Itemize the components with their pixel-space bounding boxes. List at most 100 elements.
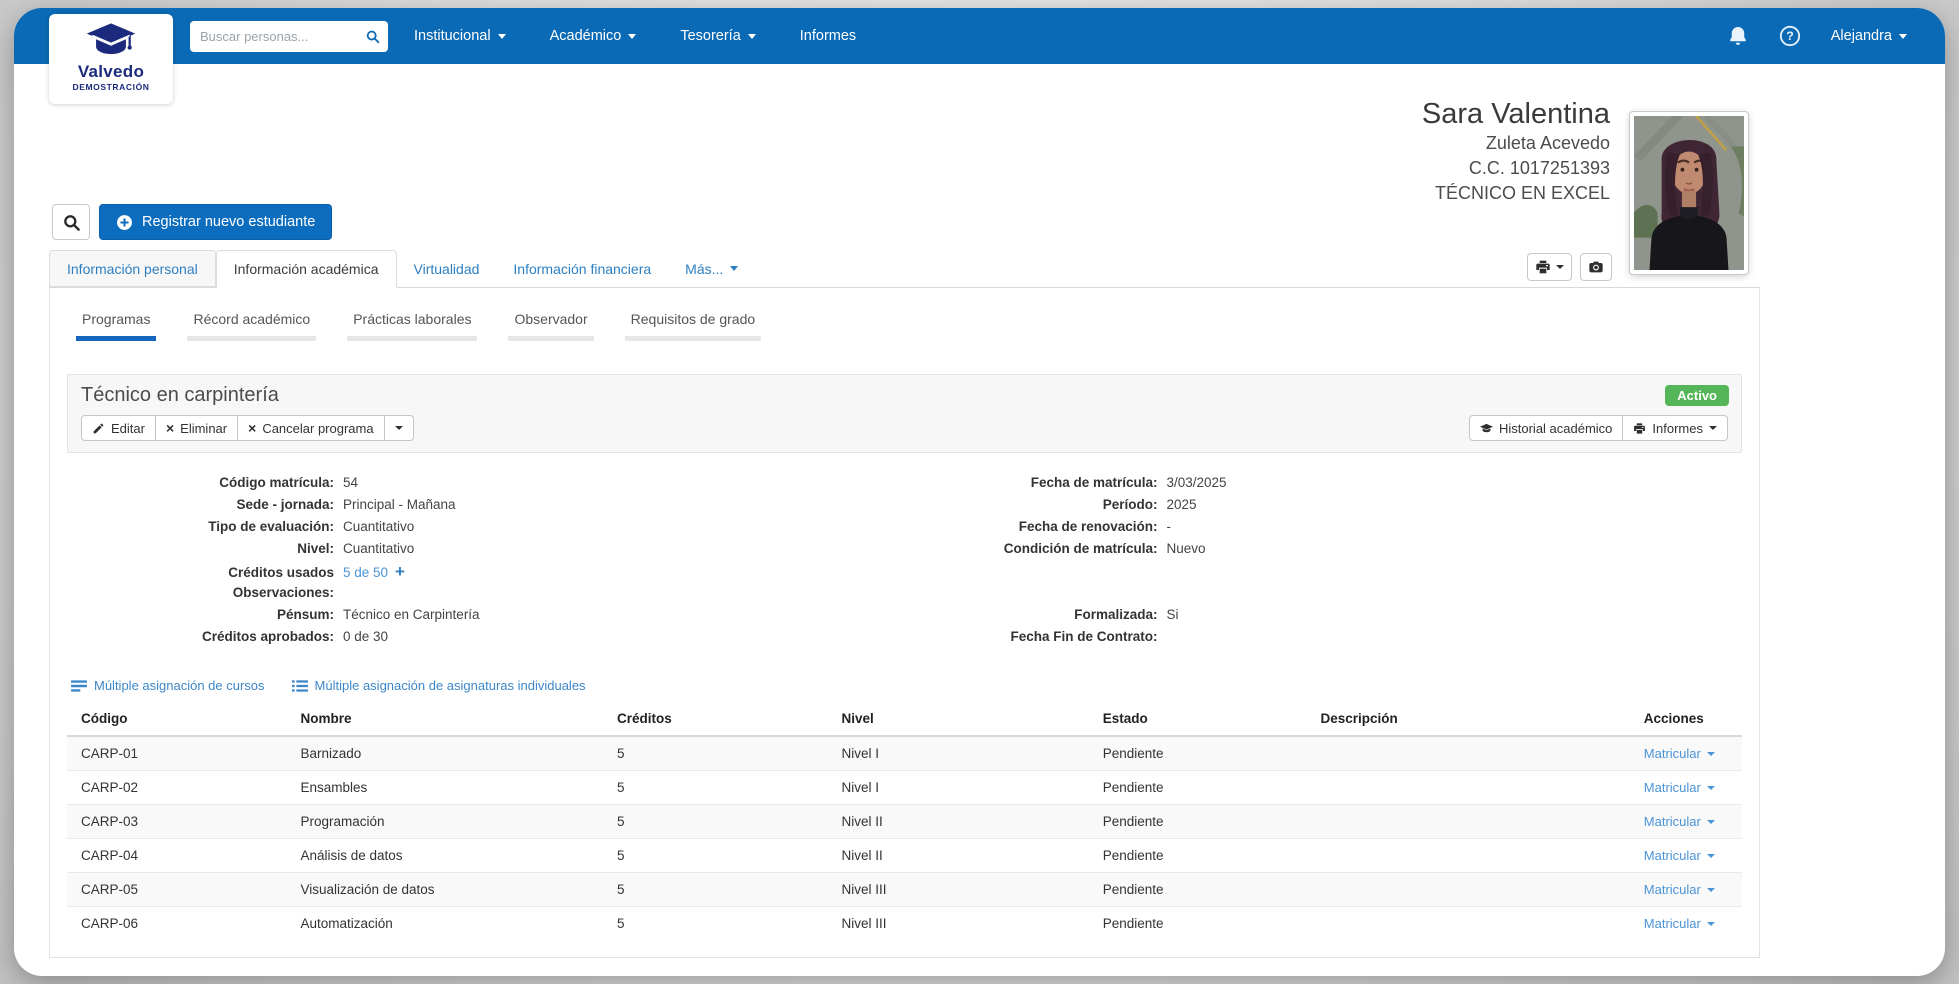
plus-icon[interactable]: + — [395, 562, 405, 581]
link-multiple-asignacion-de-asignaturas-individuales[interactable]: Múltiple asignación de asignaturas indiv… — [291, 678, 586, 693]
nav-item-informes[interactable]: Informes — [800, 28, 856, 44]
tab-mas[interactable]: Más... — [668, 250, 755, 287]
academic-subtabs: Programas Récord académico Prácticas labor… — [76, 311, 1742, 341]
matricular-action[interactable]: Matricular — [1644, 746, 1715, 761]
tab-informacion-personal[interactable]: Información personal — [49, 250, 216, 287]
nav-item-academico[interactable]: Académico — [550, 28, 637, 44]
search-icon[interactable] — [365, 28, 380, 45]
student-search-button[interactable] — [52, 204, 90, 240]
register-student-label: Registrar nuevo estudiante — [142, 214, 316, 230]
field-value: Principal - Mañana — [343, 497, 456, 512]
bulk-assignment-links: Múltiple asignación de cursos Múltiple as… — [71, 678, 1742, 693]
student-first-names: Sara Valentina — [1421, 98, 1610, 130]
bars-icon — [71, 679, 87, 693]
user-name: Alejandra — [1830, 28, 1892, 44]
course-row-carp-02: CARP-02 Ensambles 5 Nivel I Pendiente Ma… — [67, 770, 1742, 805]
field-fecha-de-matricula: Fecha de matrícula: 3/03/2025 — [905, 475, 1743, 497]
course-status: Pendiente — [1098, 872, 1317, 907]
notifications-bell-icon[interactable] — [1727, 25, 1749, 47]
student-document: C.C. 1017251393 — [1468, 158, 1610, 179]
svg-text:?: ? — [1786, 29, 1794, 43]
matricular-action[interactable]: Matricular — [1644, 848, 1715, 863]
matricular-action[interactable]: Matricular — [1644, 882, 1715, 897]
help-icon[interactable]: ? — [1779, 25, 1801, 47]
credits-used-link[interactable]: 5 de 50 — [343, 565, 388, 580]
course-code: CARP-05 — [67, 872, 297, 907]
nav-item-tesoreria[interactable]: Tesorería — [680, 28, 756, 44]
x-icon: × — [165, 420, 175, 436]
course-level: Nivel III — [837, 906, 1099, 940]
subtab-practicas-laborales[interactable]: Prácticas laborales — [347, 311, 478, 341]
column-header-estado: Estado — [1098, 703, 1317, 737]
edit-program-button[interactable]: Editar — [81, 415, 156, 441]
top-navbar: Valvedo DEMOSTRACIÓN Institucional Académ… — [14, 8, 1945, 104]
field-fecha-de-renovacion: Fecha de renovación: - — [905, 519, 1743, 541]
nav-item-institucional[interactable]: Institucional — [414, 28, 506, 44]
course-status: Pendiente — [1098, 770, 1317, 805]
matricular-action[interactable]: Matricular — [1644, 814, 1715, 829]
printer-icon — [1535, 259, 1551, 275]
cap-icon — [1479, 422, 1493, 435]
field-creditos-usados: Créditos usados 5 de 50 + — [67, 563, 905, 585]
course-code: CARP-04 — [67, 838, 297, 873]
field-label: Créditos usados — [228, 565, 334, 580]
course-name: Análisis de datos — [296, 838, 614, 873]
chevron-down-icon — [1706, 853, 1715, 858]
subtab-record-academico[interactable]: Récord académico — [187, 311, 317, 341]
field-value: Cuantitativo — [343, 519, 415, 534]
course-name: Ensambles — [296, 770, 614, 805]
course-status: Pendiente — [1098, 735, 1317, 771]
brand-name: Valvedo — [77, 62, 145, 81]
print-profile-button[interactable] — [1527, 253, 1572, 281]
more-program-actions-button[interactable] — [384, 415, 414, 441]
chevron-down-icon — [497, 33, 506, 39]
course-description — [1316, 872, 1640, 907]
program-panel-header: Técnico en carpintería Activo Editar × Eli… — [67, 374, 1742, 453]
delete-program-button[interactable]: × Eliminar — [155, 415, 239, 441]
brand-logo[interactable]: Valvedo DEMOSTRACIÓN — [49, 14, 173, 104]
course-code: CARP-01 — [67, 735, 297, 771]
reports-button[interactable]: Informes — [1623, 415, 1728, 441]
column-header-creditos: Créditos — [613, 703, 838, 737]
subtab-requisitos-de-grado[interactable]: Requisitos de grado — [624, 311, 762, 341]
cancel-program-button[interactable]: × Cancelar programa — [238, 415, 385, 441]
field-label: Pénsum: — [276, 607, 334, 622]
course-level: Nivel III — [837, 872, 1099, 907]
column-header-acciones: Acciones — [1639, 703, 1742, 737]
field-label: Nivel: — [297, 541, 334, 556]
user-menu[interactable]: Alejandra — [1831, 28, 1907, 44]
tab-informacion-academica[interactable]: Información académica — [215, 250, 397, 288]
field-periodo: Período: 2025 — [905, 497, 1743, 519]
status-badge: Activo — [1665, 385, 1729, 406]
brand-subtitle: DEMOSTRACIÓN — [72, 81, 150, 92]
student-header: Sara Valentina Zuleta Acevedo C.C. 10172… — [1422, 98, 1610, 206]
course-status: Pendiente — [1098, 906, 1317, 940]
column-header-codigo: Código — [67, 703, 297, 737]
change-photo-button[interactable] — [1580, 253, 1612, 281]
academic-history-button[interactable]: Historial académico — [1468, 415, 1624, 441]
field-label: Fecha Fin de Contrato: — [1010, 629, 1158, 644]
register-student-button[interactable]: Registrar nuevo estudiante — [99, 204, 333, 240]
column-header-descripcion: Descripción — [1316, 703, 1640, 737]
nav-menu: Institucional Académico Tesorería Informes — [414, 28, 856, 44]
pencil-icon — [92, 422, 105, 435]
link-multiple-asignacion-de-cursos[interactable]: Múltiple asignación de cursos — [71, 678, 265, 693]
field-value: Nuevo — [1166, 541, 1206, 556]
matricular-action[interactable]: Matricular — [1644, 780, 1715, 795]
field-spacer — [905, 585, 1743, 607]
course-status: Pendiente — [1098, 804, 1317, 839]
subtab-programas[interactable]: Programas — [76, 311, 157, 341]
tab-informacion-financiera[interactable]: Información financiera — [496, 250, 668, 287]
field-observaciones: Observaciones: — [67, 585, 905, 607]
tab-virtualidad[interactable]: Virtualidad — [397, 250, 497, 287]
matricular-action[interactable]: Matricular — [1644, 916, 1715, 931]
course-level: Nivel II — [837, 804, 1099, 839]
course-credits: 5 — [613, 872, 838, 907]
subtab-observador[interactable]: Observador — [508, 311, 594, 341]
chevron-down-icon — [730, 266, 739, 271]
field-label: Tipo de evaluación: — [208, 519, 334, 534]
photo-toolbar — [1527, 253, 1612, 281]
course-row-carp-04: CARP-04 Análisis de datos 5 Nivel II Pen… — [67, 838, 1742, 873]
search-input[interactable] — [200, 28, 359, 44]
person-search-box — [190, 20, 388, 52]
